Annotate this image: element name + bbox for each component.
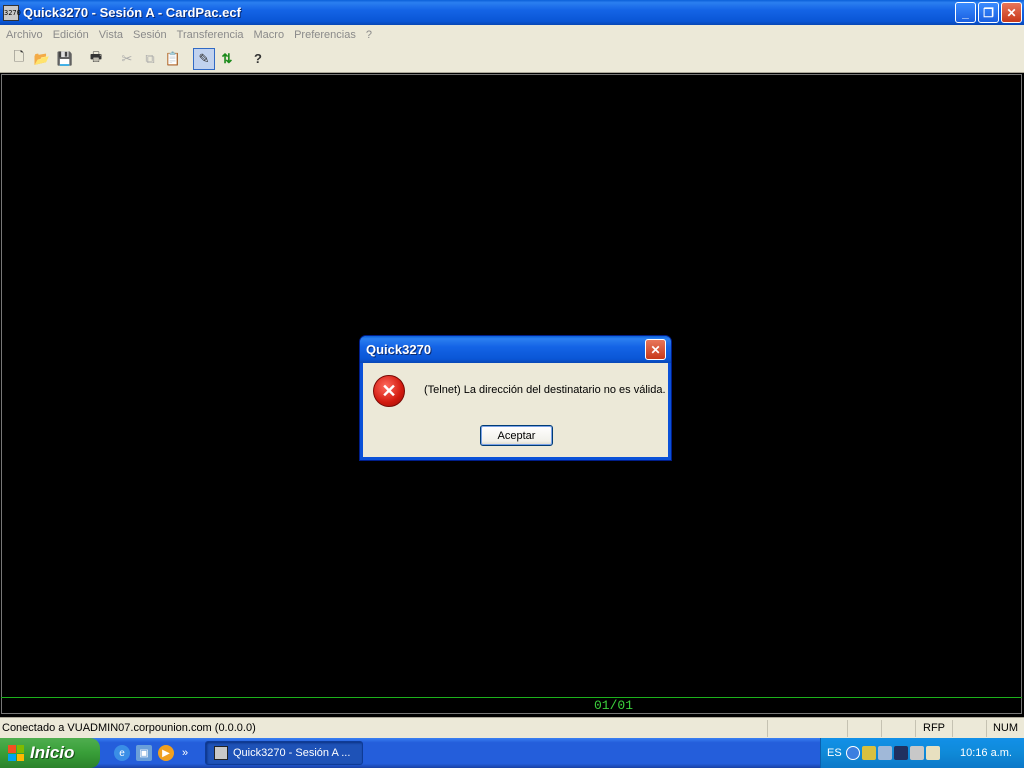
tray-icons xyxy=(845,746,940,760)
tray-security-icon[interactable] xyxy=(909,746,924,760)
menu-vista[interactable]: Vista xyxy=(95,29,127,41)
quick3270-task-icon xyxy=(214,746,228,760)
dialog-titlebar: Quick3270 xyxy=(360,336,671,363)
taskbar: Inicio e ▣ ▶ » Quick3270 - Sesión A ... … xyxy=(0,738,1024,768)
save-icon[interactable]: 💾 xyxy=(54,48,76,70)
rfp-indicator: RFP xyxy=(915,719,952,737)
status-cell-empty xyxy=(767,719,847,737)
minimize-button[interactable]: _ xyxy=(955,2,976,23)
menu-macro[interactable]: Macro xyxy=(250,29,289,41)
menu-help[interactable]: ? xyxy=(362,29,376,41)
clock: 10:16 a.m. xyxy=(960,747,1012,759)
menu-bar: Archivo Edición Vista Sesión Transferenc… xyxy=(0,25,1024,45)
tray-app-icon[interactable] xyxy=(893,746,908,760)
cut-icon[interactable]: ✂ xyxy=(116,48,138,70)
windows-logo-icon xyxy=(8,745,24,761)
cursor-position: 01/01 xyxy=(594,698,634,713)
status-bar: Conectado a VUADMIN07.corpounion.com (0.… xyxy=(0,717,1024,738)
tray-display-icon[interactable] xyxy=(877,746,892,760)
help-icon[interactable]: ? xyxy=(247,48,269,70)
window-titlebar: 3270 Quick3270 - Sesión A - CardPac.ecf … xyxy=(0,0,1024,25)
window-title: Quick3270 - Sesión A - CardPac.ecf xyxy=(23,5,241,20)
quick-launch: e ▣ ▶ » xyxy=(114,745,188,761)
tray-expand-icon[interactable] xyxy=(845,746,860,760)
new-file-icon[interactable]: 🗋 xyxy=(8,48,30,70)
connection-status: Conectado a VUADMIN07.corpounion.com (0.… xyxy=(2,722,256,734)
window-controls: _ ❐ ✕ xyxy=(955,2,1022,23)
open-folder-icon[interactable]: 📂 xyxy=(31,48,53,70)
num-lock-indicator: NUM xyxy=(986,719,1024,737)
start-button[interactable]: Inicio xyxy=(0,738,100,768)
menu-transferencia[interactable]: Transferencia xyxy=(173,29,248,41)
error-icon: ✕ xyxy=(373,375,405,407)
dialog-close-button[interactable]: ✕ xyxy=(645,339,666,360)
tray-network-icon[interactable] xyxy=(861,746,876,760)
taskbar-item-quick3270[interactable]: Quick3270 - Sesión A ... xyxy=(205,741,363,765)
transfer-icon[interactable]: ⇅ xyxy=(216,48,238,70)
connect-icon[interactable]: ✎ xyxy=(193,47,215,70)
start-label: Inicio xyxy=(30,743,75,762)
taskbar-item-label: Quick3270 - Sesión A ... xyxy=(233,747,351,759)
status-cell-empty xyxy=(847,719,881,737)
dialog-message: (Telnet) La dirección del destinatario n… xyxy=(424,384,666,396)
menu-sesion[interactable]: Sesión xyxy=(129,29,171,41)
show-desktop-icon[interactable]: ▣ xyxy=(136,745,152,761)
chevron-icon[interactable]: » xyxy=(182,747,188,759)
toolbar: 🗋 📂 💾 🖶 ✂ ⧉ 📋 ✎ ⇅ ? xyxy=(0,45,1024,73)
operator-info-line xyxy=(1,697,1022,698)
menu-edicion[interactable]: Edición xyxy=(49,29,93,41)
tray-update-icon[interactable] xyxy=(925,746,940,760)
menu-preferencias[interactable]: Preferencias xyxy=(290,29,360,41)
restore-button[interactable]: ❐ xyxy=(978,2,999,23)
dialog-title: Quick3270 xyxy=(366,342,432,357)
internet-explorer-icon[interactable]: e xyxy=(114,745,130,761)
paste-icon[interactable]: 📋 xyxy=(162,48,184,70)
print-icon[interactable]: 🖶 xyxy=(85,48,107,70)
status-cell-empty xyxy=(952,719,986,737)
media-player-icon[interactable]: ▶ xyxy=(158,745,174,761)
accept-button[interactable]: Aceptar xyxy=(480,425,553,446)
app-icon[interactable]: 3270 xyxy=(3,4,21,21)
menu-archivo[interactable]: Archivo xyxy=(2,29,47,41)
status-cell-empty xyxy=(881,719,915,737)
copy-icon[interactable]: ⧉ xyxy=(139,48,161,70)
language-indicator[interactable]: ES xyxy=(827,747,842,759)
system-tray: ES 10:16 a.m. xyxy=(820,738,1024,768)
close-button[interactable]: ✕ xyxy=(1001,2,1022,23)
error-dialog: Quick3270 ✕ ✕ (Telnet) La dirección del … xyxy=(360,336,671,460)
